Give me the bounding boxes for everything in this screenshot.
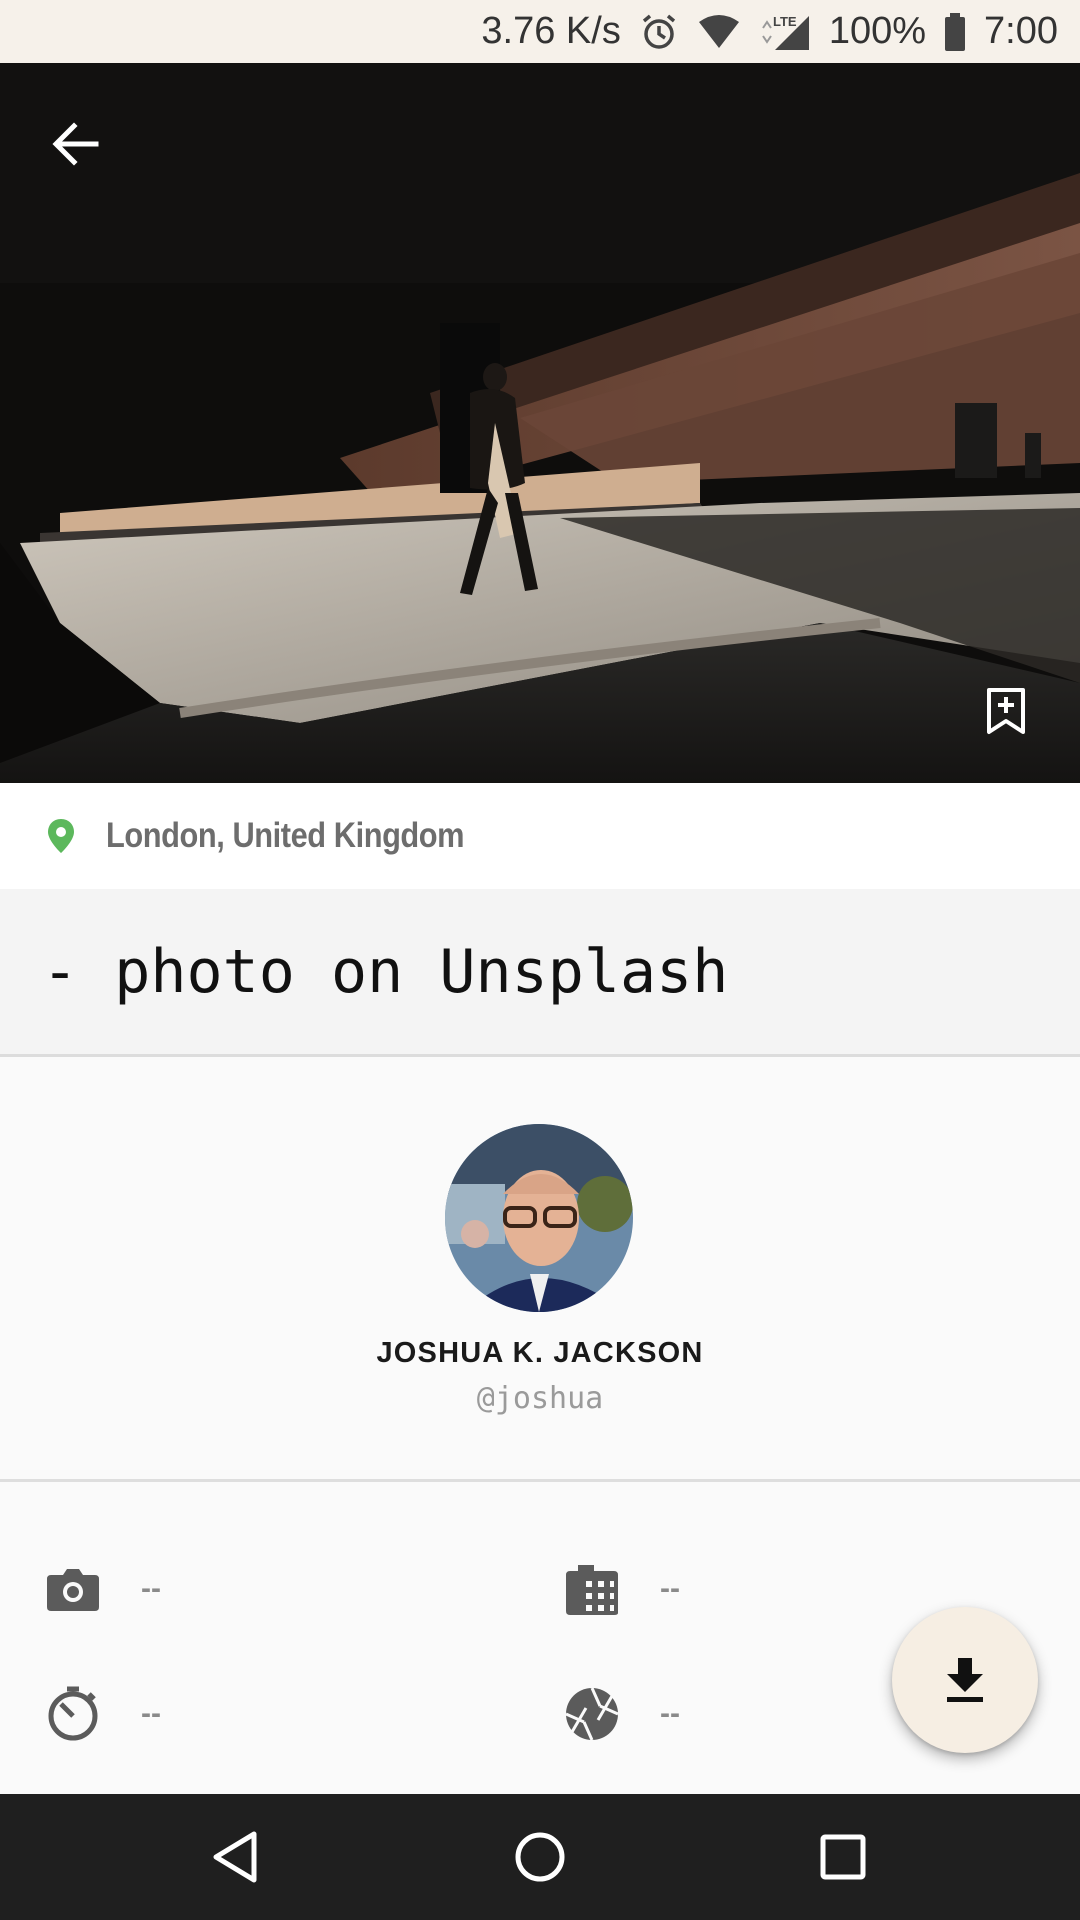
location-label: London, United Kingdom	[106, 816, 465, 855]
download-button[interactable]	[892, 1607, 1038, 1753]
battery-level: 100%	[828, 10, 927, 52]
bookmark-add-icon	[987, 688, 1025, 734]
film-icon	[566, 1565, 618, 1615]
exif-film: --	[564, 1561, 680, 1617]
exif-film-value: --	[660, 1572, 680, 1605]
back-triangle-icon	[213, 1831, 257, 1883]
aperture-icon	[565, 1687, 619, 1741]
hero-photo[interactable]	[0, 63, 1080, 783]
nav-home-button[interactable]	[500, 1822, 580, 1892]
exif-shutter-value: --	[141, 1697, 161, 1730]
recents-square-icon	[820, 1834, 866, 1880]
exif-aperture: --	[564, 1686, 680, 1742]
exif-aperture-value: --	[660, 1697, 680, 1730]
exif-camera-value: --	[141, 1572, 161, 1605]
clock: 7:00	[984, 10, 1058, 52]
nav-back-button[interactable]	[195, 1822, 275, 1892]
location-pin-icon	[48, 819, 74, 853]
street-scene-photo	[0, 63, 1080, 783]
net-speed: 3.76 K/s	[481, 10, 621, 52]
back-arrow-icon	[52, 122, 99, 166]
battery-icon	[944, 12, 966, 51]
network-type: LTE	[773, 14, 797, 29]
system-nav-bar	[0, 1794, 1080, 1920]
photo-title-band: - photo on Unsplash	[0, 889, 1080, 1057]
signal-icon: LTE	[759, 12, 811, 52]
avatar-photo	[445, 1124, 633, 1312]
bookmark-button[interactable]	[975, 680, 1037, 742]
wifi-icon	[697, 14, 741, 50]
back-button[interactable]	[40, 109, 110, 179]
location-row[interactable]: London, United Kingdom	[0, 783, 1080, 889]
status-bar: 3.76 K/s LTE 100% 7:00	[0, 0, 1080, 63]
author-handle[interactable]: @joshua	[0, 1381, 1080, 1416]
photo-title: - photo on Unsplash	[42, 936, 729, 1007]
download-icon	[947, 1658, 983, 1702]
author-avatar[interactable]	[445, 1124, 633, 1312]
home-circle-icon	[515, 1832, 565, 1882]
nav-recents-button[interactable]	[803, 1822, 883, 1892]
shutter-speed-icon	[48, 1686, 98, 1741]
exif-shutter: --	[45, 1686, 161, 1742]
author-section: JOSHUA K. JACKSON @joshua	[0, 1057, 1080, 1482]
author-name[interactable]: JOSHUA K. JACKSON	[0, 1337, 1080, 1370]
exif-camera: --	[45, 1561, 161, 1617]
camera-icon	[47, 1569, 99, 1611]
alarm-icon	[639, 12, 679, 52]
